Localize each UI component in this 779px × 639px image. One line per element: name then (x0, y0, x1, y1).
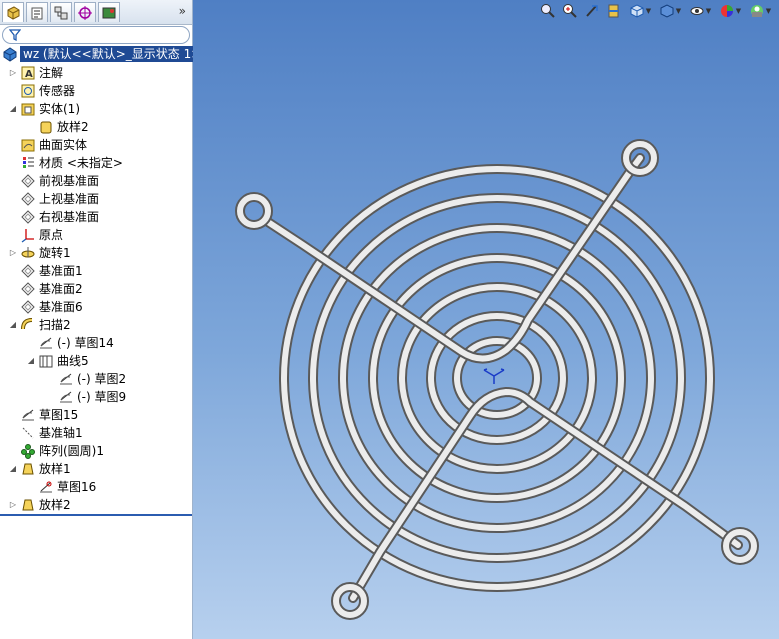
dimxpert-icon (78, 5, 92, 20)
annotation-icon: A (21, 66, 35, 80)
plane-icon (21, 210, 35, 224)
expander-icon[interactable]: ◢ (26, 352, 36, 370)
revolve-icon (21, 247, 35, 258)
plane-icon (21, 174, 35, 188)
part-icon (3, 47, 17, 62)
tree-item-label: 基准轴1 (39, 426, 83, 440)
tree-item-label: (-) 草图2 (77, 372, 127, 386)
tab-configuration-manager[interactable] (50, 2, 72, 22)
tab-dimxpert-manager[interactable] (74, 2, 96, 22)
tree-item-label: 材质 <未指定> (39, 156, 123, 170)
origin-icon (21, 229, 34, 243)
tree-item-label: 曲面实体 (39, 138, 88, 152)
expander-icon[interactable]: ◢ (8, 316, 18, 334)
rollback-bar[interactable] (0, 514, 192, 516)
configuration-icon (54, 6, 68, 19)
property-icon (31, 7, 43, 19)
tree-item-label: 原点 (39, 228, 64, 242)
filter-icon (9, 29, 21, 41)
expander-icon[interactable]: ▷ (8, 496, 18, 514)
loft-icon (22, 499, 34, 511)
sketch-icon (60, 391, 72, 403)
material-icon (23, 157, 34, 168)
tree-item-label: 上视基准面 (39, 192, 100, 206)
tree-item-label: 放样2 (57, 120, 89, 134)
tree-item-label: 扫描2 (39, 318, 71, 332)
expander-icon[interactable]: ▷ (8, 244, 18, 262)
expander-icon[interactable]: ◢ (8, 100, 18, 118)
plane-icon (21, 192, 35, 206)
sweep-icon (21, 318, 33, 330)
sketch-icon (60, 373, 72, 385)
feature-tree-icon (7, 5, 20, 20)
plane-icon (21, 264, 35, 278)
sketch-icon (22, 409, 34, 421)
circular-pattern-icon (21, 444, 35, 459)
solid-body-folder-icon (21, 103, 35, 116)
plane-icon (21, 300, 35, 314)
fan-guard-model (235, 139, 759, 620)
tab-display-manager[interactable] (98, 2, 120, 22)
tree-item-label: 基准面6 (39, 300, 83, 314)
tab-property-manager[interactable] (26, 2, 48, 22)
tree-item-label: 草图16 (57, 480, 97, 494)
sketch-icon (40, 337, 52, 349)
tree-item-label: 右视基准面 (39, 210, 100, 224)
sensor-icon (21, 84, 35, 98)
sketch-3d-icon (40, 481, 52, 493)
surface-body-icon (21, 139, 35, 152)
curve-icon (39, 355, 53, 368)
tree-item-label: 放样1 (39, 462, 71, 476)
feature-manager-panel: » wz (默认<<默认>_显示状态 1>) ▷ A 注解传感器 ◢ 实体(1) 放样2 曲… (0, 0, 209, 639)
axis-icon (22, 427, 34, 439)
panel-tab-bar: » (0, 0, 192, 25)
origin-triad-icon (483, 368, 505, 384)
tree-item-label: 基准面2 (39, 282, 83, 296)
tree-item-label: 基准面1 (39, 264, 83, 278)
tab-feature-manager[interactable] (2, 2, 24, 22)
root-label: wz (默认<<默认>_显示状态 1>) (20, 46, 209, 62)
tree-item-label: 阵列(圆周)1 (39, 444, 104, 458)
tree-item-label: 放样2 (39, 498, 71, 512)
display-manager-icon (102, 7, 116, 18)
tree-filter-input[interactable] (2, 26, 190, 44)
expand-panel-icon[interactable]: » (179, 4, 186, 18)
expander-icon[interactable]: ◢ (8, 460, 18, 478)
plane-icon (21, 282, 35, 296)
tree-item-label: 曲线5 (57, 354, 89, 368)
graphics-viewport[interactable]: ▼ ▼ ▼ ▼ ▼ (193, 0, 779, 639)
tree-item-label: (-) 草图14 (57, 336, 114, 350)
tree-item-label: (-) 草图9 (77, 390, 127, 404)
concentric-rings (279, 164, 715, 592)
tree-item-label: 实体(1) (39, 102, 80, 116)
tree-item-label: 前视基准面 (39, 174, 100, 188)
tree-item-label: 旋转1 (39, 246, 71, 260)
solid-body-icon (40, 121, 52, 134)
tree-item-label: 注解 (39, 66, 64, 80)
svg-text:A: A (25, 69, 33, 80)
loft-icon (22, 463, 34, 475)
expander-icon[interactable]: ▷ (8, 64, 18, 82)
tree-root-part[interactable]: wz (默认<<默认>_显示状态 1>) (2, 46, 209, 62)
tree-item-label: 草图15 (39, 408, 79, 422)
tree-item-label: 传感器 (39, 84, 76, 98)
